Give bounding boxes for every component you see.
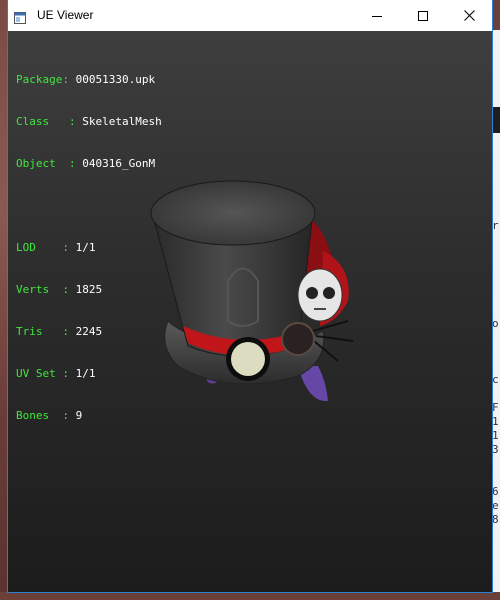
background-window-strip	[492, 107, 500, 133]
info-label: Object	[16, 157, 56, 170]
background-text: r	[492, 220, 499, 232]
background-text: F	[492, 402, 499, 414]
info-row-class: Class : SkeletalMesh	[16, 115, 162, 128]
info-value: 9	[75, 409, 83, 422]
mesh-info-panel: Package: 00051330.upk Class : SkeletalMe…	[16, 45, 162, 451]
close-icon	[463, 6, 475, 25]
info-value: 1/1	[75, 241, 96, 254]
info-label: Verts	[16, 283, 50, 296]
info-label: UV Set	[16, 367, 56, 380]
info-value: 2245	[75, 325, 103, 338]
info-label: Package	[16, 73, 63, 86]
skull-ornament	[297, 268, 343, 322]
info-row-bones: Bones : 9	[16, 409, 83, 422]
close-button[interactable]	[446, 0, 492, 31]
info-label: Bones	[16, 409, 50, 422]
info-row-uvset: UV Set : 1/1	[16, 367, 96, 380]
background-text: o	[492, 318, 499, 330]
background-text: 1	[492, 416, 499, 428]
maximize-icon	[418, 6, 428, 25]
background-text: 1	[492, 430, 499, 442]
title-bar[interactable]: UE Viewer	[8, 0, 492, 31]
info-label: Class	[16, 115, 50, 128]
info-value: SkeletalMesh	[82, 115, 162, 128]
app-icon[interactable]	[14, 9, 26, 24]
info-row-tris: Tris : 2245	[16, 325, 103, 338]
info-value: 00051330.upk	[75, 73, 156, 86]
background-text: c	[492, 374, 499, 386]
background-text: e	[492, 500, 499, 512]
background-text: 6	[492, 486, 499, 498]
minimize-button[interactable]	[354, 0, 400, 31]
window-title: UE Viewer	[37, 8, 94, 22]
info-row-lod: LOD : 1/1	[16, 241, 96, 254]
info-value: 1825	[75, 283, 103, 296]
info-label: LOD	[16, 241, 36, 254]
minimize-icon	[372, 6, 382, 25]
background-text: 8	[492, 514, 499, 526]
3d-viewport[interactable]: Package: 00051330.upk Class : SkeletalMe…	[8, 31, 492, 592]
info-row-object: Object : 040316_GonM	[16, 157, 156, 170]
info-row-verts: Verts : 1825	[16, 283, 103, 296]
clock-face	[231, 342, 265, 376]
info-value: 1/1	[75, 367, 96, 380]
top-hat-mesh[interactable]	[148, 171, 378, 415]
background-text: 3	[492, 444, 499, 456]
ue-viewer-window[interactable]: UE Viewer Package: 00051330.upk Class : …	[8, 0, 492, 592]
hat-top-shape	[150, 180, 316, 246]
maximize-button[interactable]	[400, 0, 446, 31]
desktop-background-bottom	[0, 592, 500, 600]
brooch-ornament	[281, 322, 315, 356]
info-value: 040316_GonM	[82, 157, 156, 170]
info-label: Tris	[16, 325, 43, 338]
info-row-package: Package: 00051330.upk	[16, 73, 156, 86]
